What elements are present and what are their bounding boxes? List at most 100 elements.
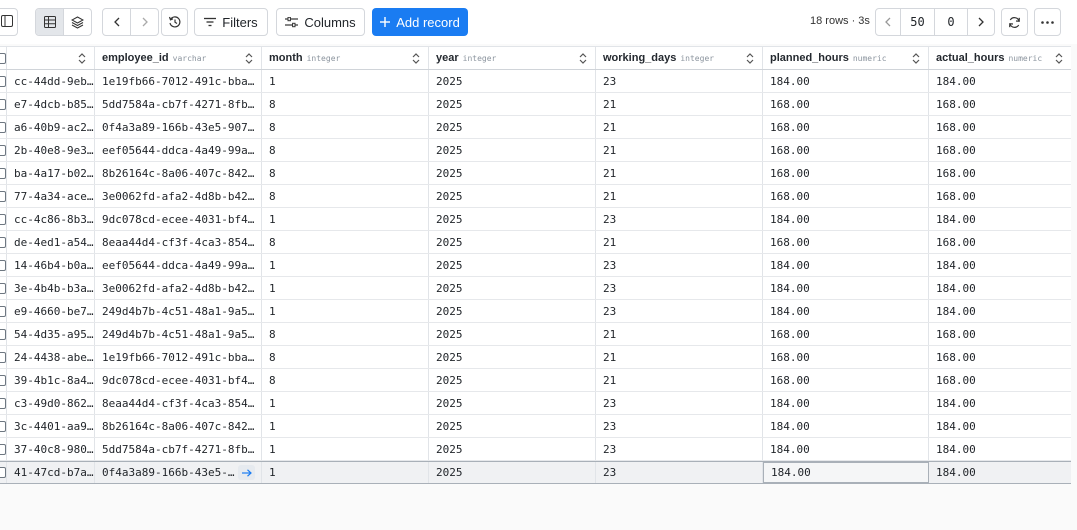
table-cell[interactable]: 2b-40e8-9e3…: [7, 139, 95, 161]
table-cell[interactable]: 23: [596, 208, 763, 230]
table-cell[interactable]: 9dc078cd-ecee-4031-bf4…: [95, 369, 262, 391]
row-checkbox[interactable]: [0, 139, 7, 161]
table-cell[interactable]: 2025: [429, 208, 596, 230]
table-cell[interactable]: a6-40b9-ac2…: [7, 116, 95, 138]
table-cell[interactable]: 1: [262, 438, 429, 460]
table-cell[interactable]: 168.00: [929, 369, 1071, 391]
table-cell[interactable]: 21: [596, 346, 763, 368]
table-row[interactable]: 2b-40e8-9e3… eef05644-ddca-4a49-99a… 8 2025…: [0, 139, 1071, 162]
table-cell[interactable]: 2025: [429, 139, 596, 161]
table-cell[interactable]: 8b26164c-8a06-407c-842…: [95, 415, 262, 437]
table-cell[interactable]: 37-40c8-980…: [7, 438, 95, 460]
table-cell[interactable]: 8: [262, 185, 429, 207]
structure-view-button[interactable]: [63, 9, 91, 35]
forward-button[interactable]: [130, 9, 158, 35]
table-cell[interactable]: 2025: [429, 323, 596, 345]
filters-button[interactable]: Filters: [194, 8, 268, 36]
table-row[interactable]: 39-4b1c-8a4… 9dc078cd-ecee-4031-bf4… 8 2025…: [0, 369, 1071, 392]
table-row[interactable]: 3c-4401-aa9… 8b26164c-8a06-407c-842… 1 2025…: [0, 415, 1071, 438]
table-cell[interactable]: 184.00: [763, 277, 929, 299]
table-cell[interactable]: 2025: [429, 415, 596, 437]
table-cell[interactable]: 184.00: [929, 300, 1071, 322]
table-cell[interactable]: 0f4a3a89-166b-43e5-…: [95, 462, 262, 483]
table-cell[interactable]: e9-4660-be7…: [7, 300, 95, 322]
table-cell[interactable]: 21: [596, 116, 763, 138]
sort-button[interactable]: [912, 53, 920, 67]
table-cell[interactable]: 1: [262, 462, 429, 483]
table-cell[interactable]: 184.00: [763, 254, 929, 276]
table-cell[interactable]: 1: [262, 70, 429, 92]
table-cell[interactable]: 8: [262, 369, 429, 391]
table-cell[interactable]: eef05644-ddca-4a49-99a…: [95, 254, 262, 276]
table-cell[interactable]: c3-49d0-862…: [7, 392, 95, 414]
next-page-button[interactable]: [967, 9, 994, 35]
column-header-year[interactable]: year integer: [429, 47, 596, 69]
table-cell[interactable]: 21: [596, 139, 763, 161]
table-cell[interactable]: 249d4b7b-4c51-48a1-9a5…: [95, 323, 262, 345]
table-cell[interactable]: 184.00: [929, 70, 1071, 92]
offset-input[interactable]: 0: [934, 9, 967, 35]
row-checkbox[interactable]: [0, 462, 7, 483]
table-cell[interactable]: 23: [596, 254, 763, 276]
table-cell[interactable]: 168.00: [763, 139, 929, 161]
table-cell[interactable]: 168.00: [763, 231, 929, 253]
table-cell[interactable]: 21: [596, 231, 763, 253]
table-cell[interactable]: 184.00: [763, 462, 929, 483]
table-cell[interactable]: 2025: [429, 254, 596, 276]
table-cell[interactable]: 184.00: [763, 415, 929, 437]
table-cell[interactable]: 2025: [429, 462, 596, 483]
table-cell[interactable]: 2025: [429, 185, 596, 207]
table-cell[interactable]: 23: [596, 462, 763, 483]
table-row[interactable]: a6-40b9-ac2… 0f4a3a89-166b-43e5-907… 8 2025…: [0, 116, 1071, 139]
row-checkbox[interactable]: [0, 438, 7, 460]
row-checkbox[interactable]: [0, 415, 7, 437]
sort-button[interactable]: [579, 53, 587, 67]
table-cell[interactable]: 3c-4401-aa9…: [7, 415, 95, 437]
table-cell[interactable]: 184.00: [929, 462, 1071, 483]
refresh-button[interactable]: [1001, 8, 1028, 36]
sort-button[interactable]: [746, 53, 754, 67]
column-header-planned_hours[interactable]: planned_hours numeric: [763, 47, 929, 69]
table-cell[interactable]: de-4ed1-a54…: [7, 231, 95, 253]
table-cell[interactable]: e7-4dcb-b85…: [7, 93, 95, 115]
table-cell[interactable]: 5dd7584a-cb7f-4271-8fb…: [95, 438, 262, 460]
table-cell[interactable]: 184.00: [929, 277, 1071, 299]
table-cell[interactable]: 184.00: [763, 70, 929, 92]
table-cell[interactable]: 1: [262, 415, 429, 437]
table-cell[interactable]: 249d4b7b-4c51-48a1-9a5…: [95, 300, 262, 322]
table-cell[interactable]: 2025: [429, 116, 596, 138]
table-cell[interactable]: 1: [262, 300, 429, 322]
table-cell[interactable]: 24-4438-abe…: [7, 346, 95, 368]
table-cell[interactable]: 2025: [429, 369, 596, 391]
table-cell[interactable]: 168.00: [929, 139, 1071, 161]
table-cell[interactable]: 184.00: [929, 392, 1071, 414]
table-cell[interactable]: 23: [596, 277, 763, 299]
table-cell[interactable]: 1: [262, 208, 429, 230]
table-cell[interactable]: 8: [262, 139, 429, 161]
table-cell[interactable]: 2025: [429, 392, 596, 414]
table-cell[interactable]: eef05644-ddca-4a49-99a…: [95, 139, 262, 161]
table-cell[interactable]: 184.00: [763, 392, 929, 414]
table-cell[interactable]: 168.00: [763, 162, 929, 184]
table-cell[interactable]: 14-46b4-b0a…: [7, 254, 95, 276]
table-cell[interactable]: 23: [596, 438, 763, 460]
table-cell[interactable]: 21: [596, 323, 763, 345]
sidebar-toggle-button[interactable]: [0, 8, 18, 36]
table-cell[interactable]: 8: [262, 116, 429, 138]
table-cell[interactable]: 168.00: [929, 162, 1071, 184]
row-checkbox[interactable]: [0, 116, 7, 138]
column-header-working_days[interactable]: working_days integer: [596, 47, 763, 69]
table-cell[interactable]: 168.00: [929, 346, 1071, 368]
table-cell[interactable]: 21: [596, 162, 763, 184]
table-cell[interactable]: 8: [262, 93, 429, 115]
table-cell[interactable]: 0f4a3a89-166b-43e5-907…: [95, 116, 262, 138]
table-cell[interactable]: 168.00: [929, 185, 1071, 207]
columns-button[interactable]: Columns: [276, 8, 365, 36]
column-header-actual_hours[interactable]: actual_hours numeric: [929, 47, 1071, 69]
table-cell[interactable]: 3e0062fd-afa2-4d8b-b42…: [95, 185, 262, 207]
row-checkbox[interactable]: [0, 277, 7, 299]
table-cell[interactable]: ba-4a17-b02…: [7, 162, 95, 184]
table-cell[interactable]: 41-47cd-b7a…: [7, 462, 95, 483]
table-cell[interactable]: 8: [262, 162, 429, 184]
table-cell[interactable]: 184.00: [929, 254, 1071, 276]
